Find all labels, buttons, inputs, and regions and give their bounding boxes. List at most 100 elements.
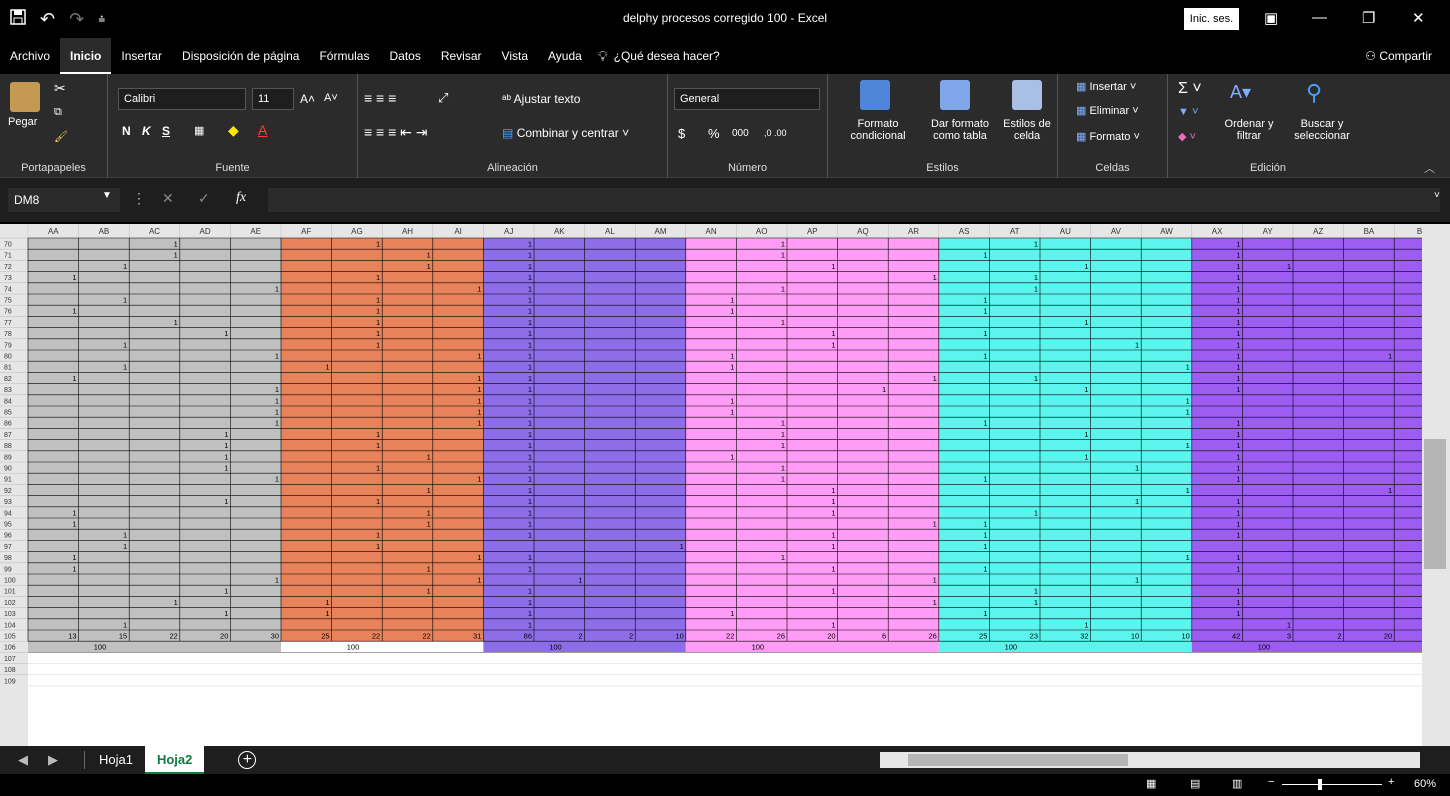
collapse-ribbon-icon[interactable]: ︿ — [1424, 160, 1435, 176]
cell-value: 1 — [983, 475, 987, 484]
font-name-select[interactable]: Calibri — [118, 88, 246, 110]
number-format-select[interactable]: General — [674, 88, 820, 110]
tab-hoja1[interactable]: Hoja1 — [87, 746, 145, 774]
signin-button[interactable]: Inic. ses. — [1184, 8, 1239, 30]
currency-button[interactable]: $ — [678, 126, 685, 141]
orientation-icon[interactable]: ⤢ — [438, 90, 448, 106]
formula-input[interactable] — [268, 188, 1440, 212]
tell-me-search[interactable]: 💡︎ ¿Qué desea hacer? — [598, 48, 720, 65]
cell-grid[interactable]: AA AB AC AD AE AF AG AH AI AJ AK AL AM AN AO AP AQ AR AS AT… — [0, 224, 1422, 746]
cell-value: 1 — [528, 553, 532, 562]
column-total-value: 20 — [827, 632, 835, 641]
minimize-icon[interactable]: — — [1312, 9, 1327, 26]
cell-value: 1 — [781, 430, 785, 439]
paste-button[interactable]: Pegar — [8, 116, 37, 128]
horizontal-scrollbar[interactable] — [880, 752, 1420, 768]
percent-button[interactable]: % — [708, 126, 720, 141]
format-table-icon[interactable] — [940, 80, 970, 110]
copy-icon[interactable]: ⧉ — [54, 106, 62, 119]
close-icon[interactable]: ✕ — [1412, 9, 1425, 27]
cell-styles-button[interactable]: Estilos de celda — [998, 118, 1056, 142]
save-icon[interactable] — [10, 8, 26, 30]
cell-value: 1 — [983, 307, 987, 316]
normal-view-icon[interactable]: ▦ — [1146, 777, 1156, 790]
menu-disposicion[interactable]: Disposición de página — [172, 38, 309, 74]
vertical-scroll-thumb[interactable] — [1424, 439, 1446, 569]
menu-vista[interactable]: Vista — [492, 38, 538, 74]
underline-button[interactable]: S — [162, 124, 170, 138]
group-total-value: 100 — [1258, 643, 1271, 652]
font-color-icon[interactable]: A — [258, 122, 267, 138]
find-icon[interactable]: ⚲ — [1306, 80, 1322, 106]
conditional-format-button[interactable]: Formato condicional — [834, 118, 922, 142]
cell-value: 1 — [781, 251, 785, 260]
name-box-dropdown-icon[interactable]: ▼ — [102, 190, 112, 201]
merge-center-button[interactable]: ▤ Combinar y centrar ˅ — [502, 126, 629, 140]
borders-icon[interactable]: ▦ — [194, 124, 204, 137]
font-size-select[interactable]: 11 — [252, 88, 294, 110]
vertical-scrollbar[interactable] — [1422, 224, 1450, 746]
zoom-in-icon[interactable]: + — [1388, 776, 1394, 788]
column-header: AV — [1111, 227, 1122, 236]
align-left-icon[interactable]: ≡ ≡ ≡ ⇤ ⇥ — [364, 124, 428, 141]
zoom-out-icon[interactable]: − — [1268, 776, 1274, 788]
menu-datos[interactable]: Datos — [379, 38, 430, 74]
grow-font-icon[interactable]: A˄ — [300, 92, 315, 106]
bold-button[interactable]: N — [122, 124, 131, 138]
fill-color-icon[interactable]: ◆ — [228, 122, 239, 139]
menu-revisar[interactable]: Revisar — [431, 38, 492, 74]
find-select-button[interactable]: Buscar y seleccionar — [1284, 118, 1360, 142]
enter-icon[interactable]: ✓ — [198, 190, 210, 207]
insert-cells-button[interactable]: ▦ Insertar ˅ — [1076, 80, 1136, 93]
cell-styles-icon[interactable] — [1012, 80, 1042, 110]
menu-formulas[interactable]: Fórmulas — [309, 38, 379, 74]
sort-filter-icon[interactable]: A▾ — [1230, 82, 1251, 103]
customize-icon[interactable]: ⩮ — [98, 12, 105, 27]
autosum-icon[interactable]: Σ ˅ — [1178, 80, 1202, 98]
insert-function-icon[interactable]: fx — [236, 190, 246, 206]
tab-hoja2[interactable]: Hoja2 — [144, 746, 205, 774]
next-sheet-icon[interactable]: ▶ — [48, 752, 58, 768]
horizontal-scroll-thumb[interactable] — [908, 754, 1128, 766]
menu-inicio[interactable]: Inicio — [60, 38, 112, 74]
cell-value: 1 — [376, 296, 380, 305]
clear-icon[interactable]: ◆ ˅ — [1178, 130, 1196, 143]
zoom-slider-thumb[interactable] — [1318, 779, 1322, 790]
sort-filter-button[interactable]: Ordenar y filtrar — [1216, 118, 1282, 142]
cell-value: 1 — [730, 609, 734, 618]
format-painter-icon[interactable]: 🖌︎ — [54, 130, 68, 143]
add-sheet-icon[interactable]: + — [238, 751, 257, 769]
zoom-slider[interactable] — [1282, 784, 1382, 785]
cut-icon[interactable]: ✂ — [54, 80, 66, 97]
zoom-level[interactable]: 60% — [1414, 778, 1436, 790]
restore-icon[interactable]: ❐ — [1362, 9, 1375, 27]
format-table-button[interactable]: Dar formato como tabla — [920, 118, 1000, 142]
column-total-value: 25 — [321, 632, 329, 641]
prev-sheet-icon[interactable]: ◀ — [18, 752, 28, 768]
page-layout-icon[interactable]: ▤ — [1190, 777, 1200, 790]
fill-icon[interactable]: ▼ ˅ — [1178, 106, 1198, 118]
thousands-button[interactable]: 000 — [732, 128, 749, 139]
cancel-icon[interactable]: ✕ — [162, 190, 174, 207]
menu-insertar[interactable]: Insertar — [111, 38, 172, 74]
conditional-format-icon[interactable] — [860, 80, 890, 110]
italic-button[interactable]: K — [142, 124, 151, 138]
spreadsheet-grid[interactable]: AA AB AC AD AE AF AG AH AI AJ AK AL AM AN AO AP AQ AR AS AT… — [0, 224, 1450, 746]
menu-ayuda[interactable]: Ayuda — [538, 38, 592, 74]
cell-value: 1 — [983, 419, 987, 428]
align-top-icon[interactable]: ≡ ≡ ≡ — [364, 90, 396, 106]
expand-formula-icon[interactable]: ˅ — [1434, 190, 1440, 201]
paste-icon[interactable] — [10, 82, 40, 112]
menu-archivo[interactable]: Archivo — [0, 38, 60, 74]
more-options-icon[interactable]: ⋮ — [132, 190, 146, 207]
redo-icon[interactable]: ↷ — [69, 9, 84, 30]
format-cells-button[interactable]: ▦ Formato ˅ — [1076, 130, 1140, 143]
delete-cells-button[interactable]: ▦ Eliminar ˅ — [1076, 104, 1139, 117]
page-break-icon[interactable]: ▥ — [1232, 777, 1242, 790]
shrink-font-icon[interactable]: A˅ — [324, 92, 338, 104]
undo-icon[interactable]: ↶ — [40, 9, 55, 30]
ribbon-display-icon[interactable]: ▣ — [1264, 9, 1278, 27]
wrap-text-button[interactable]: ᵃᵇ Ajustar texto — [502, 92, 580, 106]
share-button[interactable]: ⚇ Compartir — [1365, 38, 1432, 74]
increase-decimal-button[interactable]: ,0 .00 — [764, 128, 787, 138]
